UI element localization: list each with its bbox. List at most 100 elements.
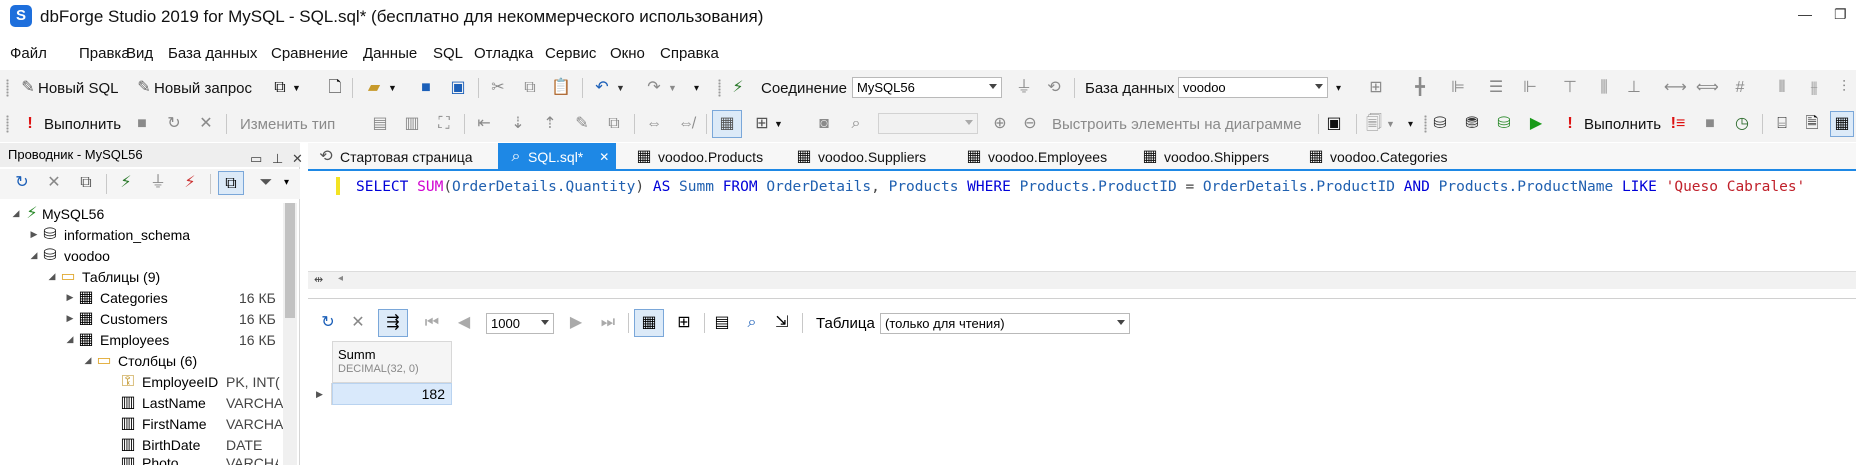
menu-compare[interactable]: Сравнение <box>271 45 348 62</box>
tree-node-column[interactable]: ⚿ EmployeeID PK, INT( <box>118 371 280 392</box>
design-button-2[interactable]: ▥ <box>402 106 422 142</box>
execute-button[interactable]: ! Выполнить <box>20 106 121 142</box>
align-top-button[interactable]: ⊤ <box>1560 70 1580 106</box>
redo-button[interactable]: ↷ ▼ <box>644 70 677 106</box>
same-width-button[interactable]: ⟷ <box>1664 70 1687 106</box>
relation-button-1[interactable]: ⇔ <box>644 106 664 142</box>
toolbar-grip[interactable] <box>1424 115 1427 133</box>
cancel-button[interactable]: ✕ <box>196 106 216 142</box>
tree-node-column[interactable]: ▥ FirstName VARCHA <box>118 413 283 434</box>
reconnect-button[interactable]: ⟲ <box>1044 70 1064 106</box>
align-center-button[interactable]: ☰ <box>1486 70 1506 106</box>
same-height-button[interactable]: ⟺ <box>1696 70 1719 106</box>
save-button[interactable]: ■ <box>416 70 436 106</box>
align-right-button[interactable]: ⊩ <box>1520 70 1540 106</box>
new-file-button[interactable]: 🗋 <box>325 70 345 106</box>
add-diagram-dropdown[interactable]: ⊞ ▼ <box>752 106 783 142</box>
find-results-button[interactable]: ⌕ <box>742 305 762 341</box>
history-button[interactable]: ◷ <box>1732 106 1752 142</box>
zoom-out-button[interactable]: ⊖ <box>1020 106 1040 142</box>
script-button[interactable]: 🗎 <box>1802 106 1822 142</box>
tree-node-table[interactable]: ▶ ▦ Categories 16 КБ <box>64 287 276 308</box>
build-diagram-button[interactable]: Выстроить элементы на диаграмме <box>1052 106 1302 142</box>
tree-node-column[interactable]: ▥ Photo VARCHA <box>118 455 278 465</box>
refresh-results-button[interactable]: ↻ <box>318 305 338 341</box>
tree-node-folder[interactable]: ◢ ▭ Столбцы (6) <box>82 350 198 371</box>
design-button-3[interactable]: ⛶ <box>434 106 454 142</box>
toolbar-grip[interactable] <box>718 79 721 97</box>
tab-employees[interactable]: ▦ voodoo.Employees <box>956 143 1132 171</box>
disconnect-explorer-button[interactable]: ⚡ <box>180 174 200 192</box>
prev-page-button[interactable]: ◀ <box>454 305 474 341</box>
split-view-icon[interactable]: ⇹ <box>314 273 323 286</box>
paging-toggle-button[interactable]: ⇶ <box>378 305 408 341</box>
tree-node-database[interactable]: ◢ ⛁ voodoo <box>28 245 110 266</box>
change-type-button[interactable]: Изменить тип <box>240 106 335 142</box>
copy-diagram-button[interactable]: ⧉ <box>604 106 624 142</box>
db-button-1[interactable]: ⛁ <box>1430 106 1450 142</box>
paste-button[interactable]: 📋 <box>551 70 571 106</box>
tab-products[interactable]: ▦ voodoo.Products <box>626 143 786 171</box>
result-cell[interactable]: 182 <box>332 383 452 405</box>
explorer-overflow-button[interactable]: ▾ <box>284 177 289 188</box>
scrollbar-thumb[interactable] <box>285 203 295 318</box>
copy-button[interactable]: ⧉ <box>520 70 540 106</box>
column-header-summ[interactable]: Summ DECIMAL(32, 0) <box>332 341 452 383</box>
menu-edit[interactable]: Правка <box>79 45 130 62</box>
execute-button-2[interactable]: ! Выполнить <box>1560 106 1661 142</box>
same-size-button[interactable]: # <box>1730 70 1750 106</box>
stop-button[interactable]: ■ <box>132 106 152 142</box>
spacing-button-2[interactable]: ⫵ <box>1804 70 1824 106</box>
last-page-button[interactable]: ⏭ <box>598 305 618 341</box>
undo-button[interactable]: ↶ ▼ <box>592 70 625 106</box>
align-middle-button[interactable]: ⫼ <box>1594 70 1614 106</box>
toolbar-overflow-button[interactable]: ▾ <box>1336 70 1341 106</box>
run-button[interactable]: ▶ <box>1526 106 1546 142</box>
stop-results-button[interactable]: ✕ <box>348 305 368 341</box>
layout-button-2[interactable]: ╋ <box>1410 70 1430 106</box>
indent-button[interactable]: ⇤ <box>474 106 494 142</box>
save-all-button[interactable]: ▣ <box>448 70 468 106</box>
sql-editor[interactable]: SELECT SUM(OrderDetails.Quantity) AS Sum… <box>308 173 1856 271</box>
scroll-left-icon[interactable]: ◂ <box>338 273 343 284</box>
db-button-3[interactable]: ⛁ <box>1494 106 1514 142</box>
tree-node-column[interactable]: ▥ BirthDate DATE <box>118 434 278 455</box>
duplicate-button[interactable]: ⧉ <box>76 174 96 192</box>
sort-asc-button[interactable]: ⇣ <box>508 106 528 142</box>
view-mode-select[interactable]: (только для чтения) <box>880 313 1130 334</box>
cut-button[interactable]: ✂ <box>488 70 508 106</box>
tree-node-connection[interactable]: ◢ ⚡ MySQL56 <box>10 203 105 224</box>
new-query-button[interactable]: ✎ Новый запрос <box>134 70 252 106</box>
toolbar-overflow-button[interactable]: ▾ <box>694 70 699 106</box>
align-bottom-button[interactable]: ⊥ <box>1624 70 1644 106</box>
editor-results-splitter[interactable] <box>308 289 1856 299</box>
first-page-button[interactable]: ⏮ <box>422 305 442 341</box>
toolbar-grip[interactable] <box>6 79 9 97</box>
tree-node-table[interactable]: ◢ ▦ Employees 16 КБ <box>64 329 276 350</box>
sync-button[interactable]: ⧉ <box>218 171 244 195</box>
find-button[interactable]: ⌕ <box>846 106 866 142</box>
format-button[interactable]: ⌸ <box>1772 106 1792 142</box>
export-button[interactable]: ⇲ <box>772 305 792 341</box>
diagram-layout-button[interactable]: ▣ <box>1324 106 1344 142</box>
tab-close-button[interactable]: ✕ <box>599 150 609 164</box>
align-left-button[interactable]: ⊫ <box>1448 70 1468 106</box>
connection-props-button[interactable]: ⏚ <box>148 174 168 192</box>
grid-mode-button[interactable]: ▦ <box>634 305 664 341</box>
new-sql-button[interactable]: ✎ Новый SQL <box>18 70 118 106</box>
card-mode-button[interactable]: ⊞ <box>674 305 694 341</box>
filter-button[interactable]: ⏷ <box>256 174 276 192</box>
zoom-in-button[interactable]: ⊕ <box>990 106 1010 142</box>
layout-button-1[interactable]: ⊞ <box>1366 70 1386 106</box>
db-button-2[interactable]: ⛃ <box>1462 106 1482 142</box>
menu-data[interactable]: Данные <box>363 45 417 62</box>
toolbar-grip[interactable] <box>6 115 9 133</box>
sort-desc-button[interactable]: ⇡ <box>540 106 560 142</box>
tree-node-column[interactable]: ▥ LastName VARCHA <box>118 392 283 413</box>
columns-button[interactable]: ▤ <box>712 305 732 341</box>
delete-button[interactable]: ✕ <box>44 174 64 192</box>
restore-button[interactable]: ❐ <box>1834 6 1847 23</box>
menu-window[interactable]: Окно <box>610 45 645 62</box>
row-header[interactable]: ▶ <box>308 383 332 405</box>
new-connection-button[interactable]: ⚡ <box>116 174 136 192</box>
